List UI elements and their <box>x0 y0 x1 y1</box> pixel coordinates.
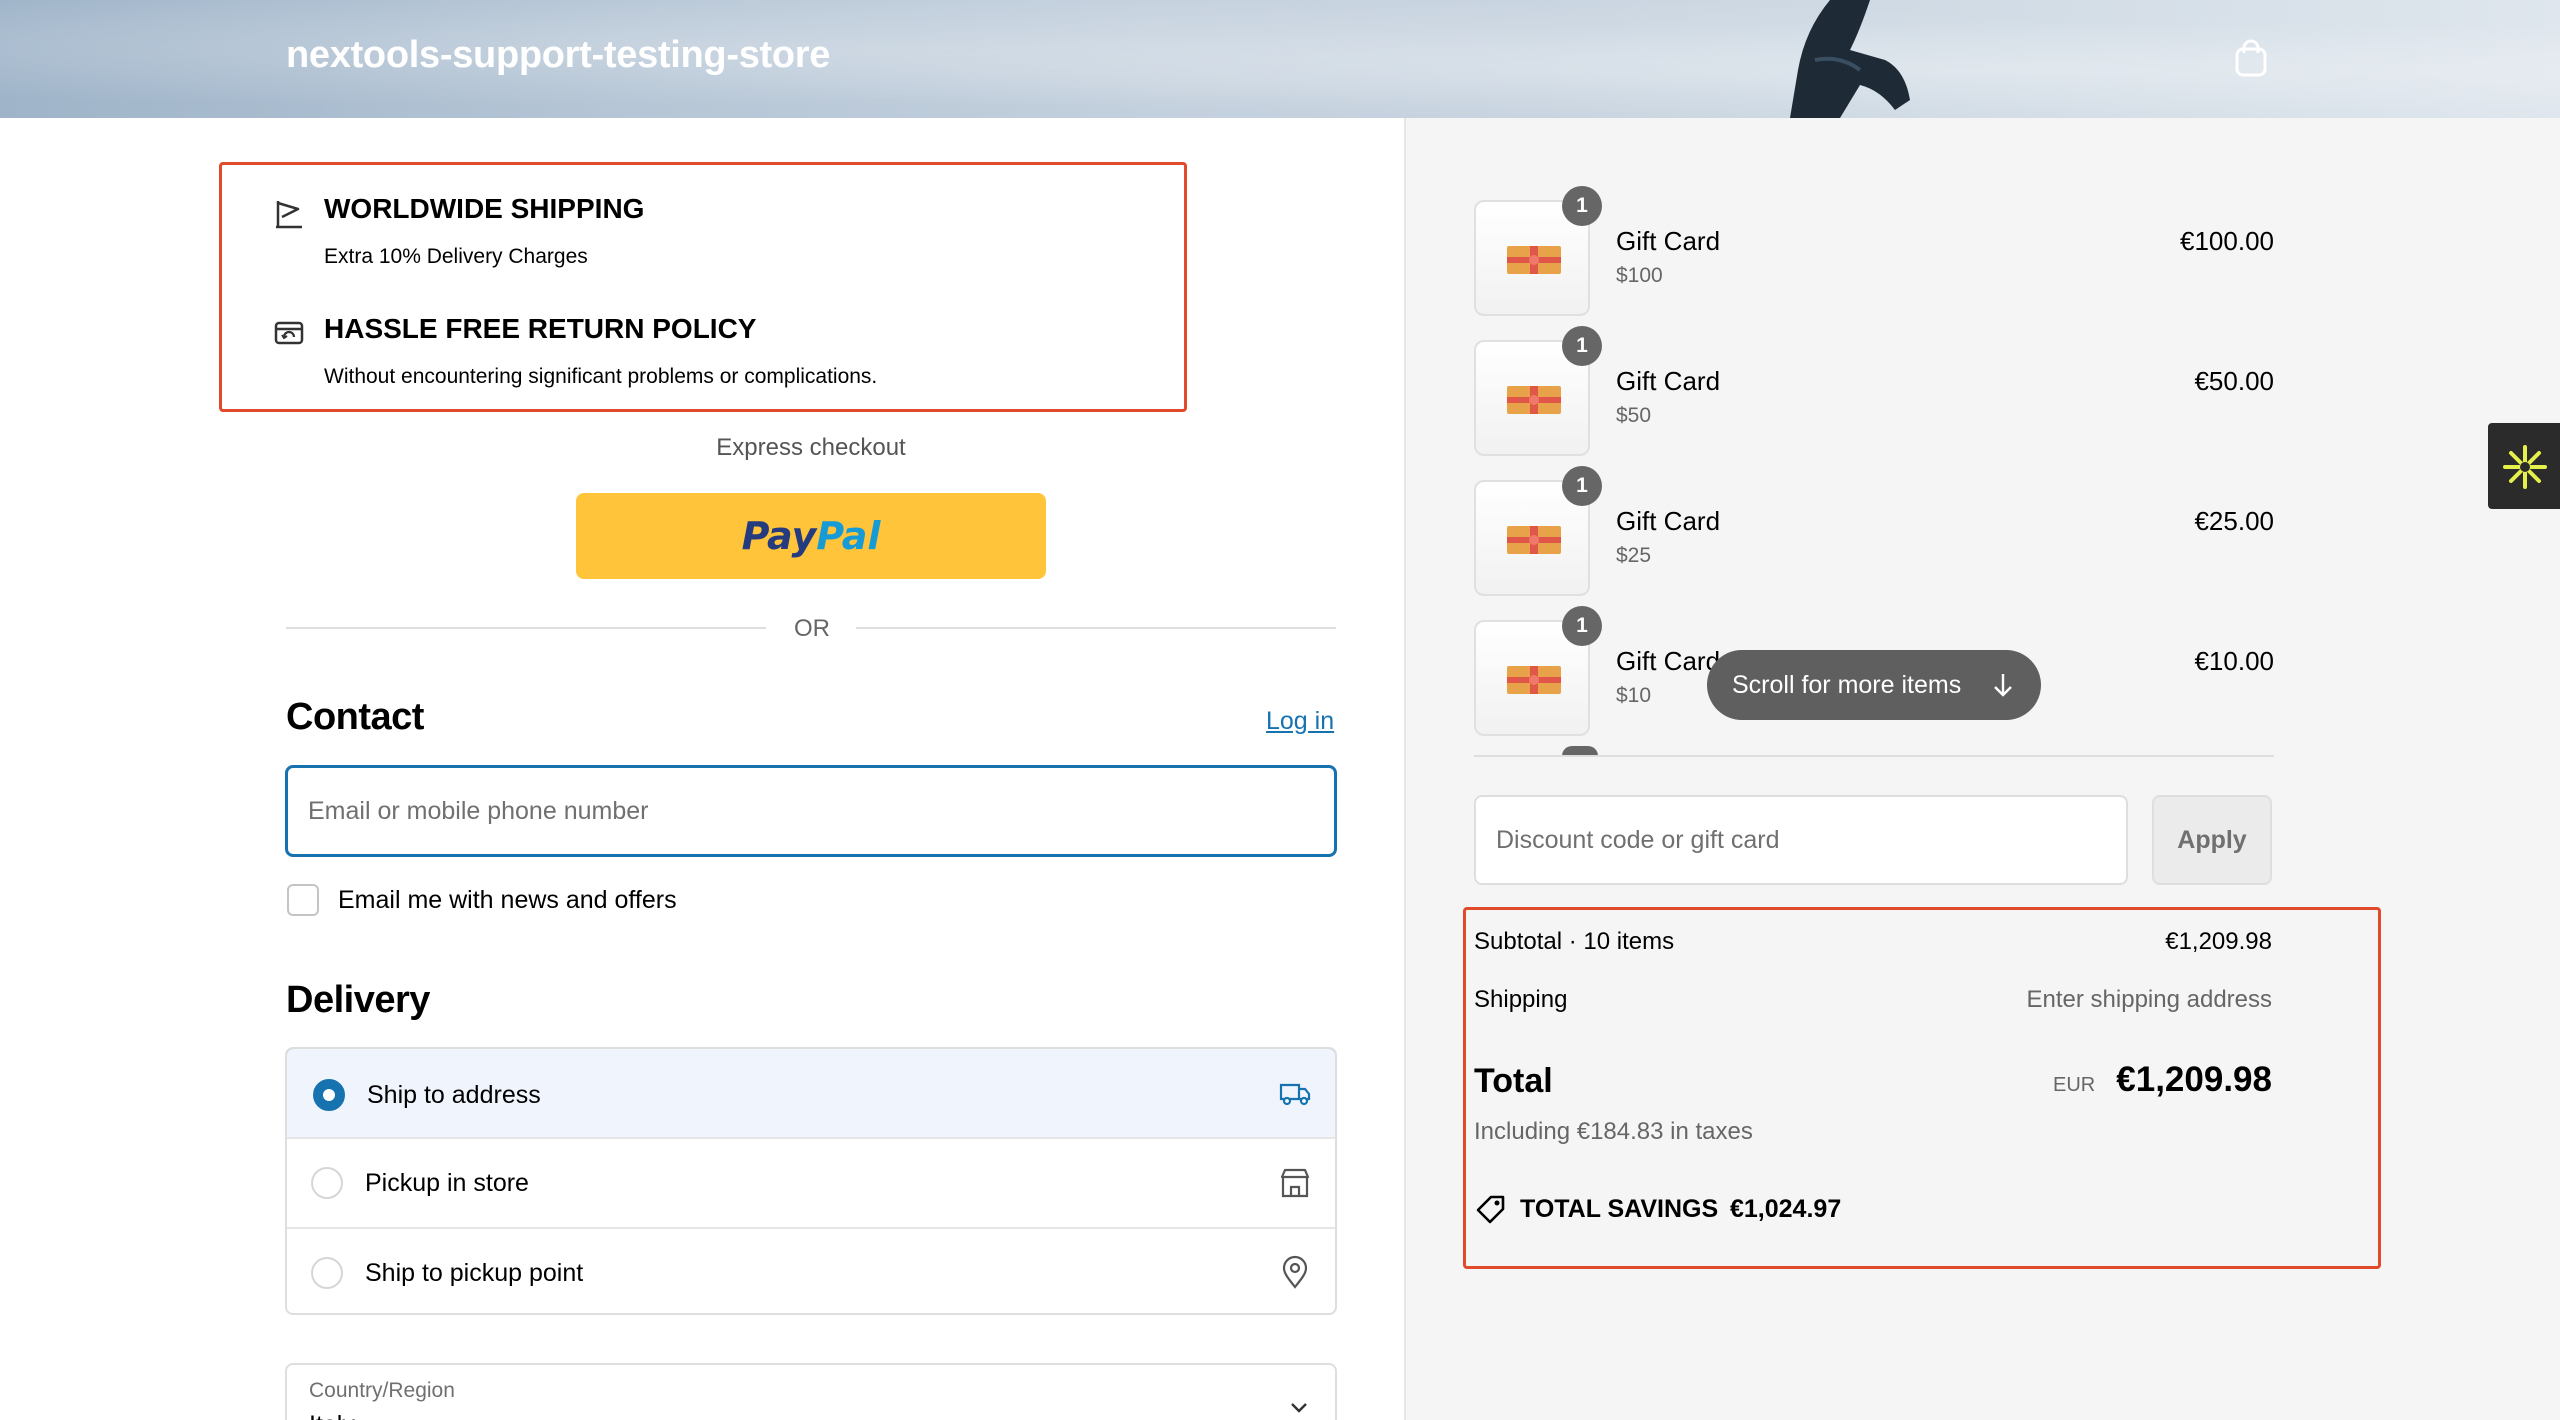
delivery-option-pickup-in-store[interactable]: Pickup in store <box>287 1139 1335 1227</box>
contact-heading: Contact <box>286 696 424 738</box>
tag-icon <box>1476 1195 1505 1224</box>
truck-icon <box>1279 1083 1311 1106</box>
gift-card-image <box>1507 526 1561 554</box>
cart-item: 1 Gift Card $100 €100.00 <box>1474 186 2274 320</box>
radio-unselected[interactable] <box>311 1257 343 1289</box>
items-divider <box>1474 755 2274 757</box>
scroll-for-more-button[interactable]: Scroll for more items <box>1707 650 2041 720</box>
item-name: Gift Card <box>1616 646 1721 676</box>
login-link[interactable]: Log in <box>1266 707 1334 736</box>
radio-selected[interactable] <box>313 1079 345 1111</box>
promo-subtitle: Extra 10% Delivery Charges <box>324 245 588 268</box>
shopping-bag-icon[interactable] <box>2228 36 2274 82</box>
apply-button[interactable]: Apply <box>2152 795 2272 885</box>
store-header: nextools-support-testing-store <box>0 0 2560 118</box>
delivery-heading: Delivery <box>286 979 430 1021</box>
item-price: €25.00 <box>2194 506 2274 536</box>
cart-item: 1 Gift Card $25 €25.00 <box>1474 466 2274 600</box>
savings-value: €1,024.97 <box>1730 1195 1842 1223</box>
asterisk-icon <box>2503 445 2547 489</box>
savings-label: TOTAL SAVINGS <box>1520 1195 1719 1223</box>
promo-title: WORLDWIDE SHIPPING <box>324 193 645 224</box>
chevron-down-icon <box>1291 1403 1307 1413</box>
arrow-down-icon <box>1994 674 2012 697</box>
country-value: Italy <box>309 1411 355 1420</box>
promo-subtitle: Without encountering significant problem… <box>324 365 878 388</box>
shipping-value: Enter shipping address <box>2026 986 2272 1013</box>
delivery-option-label: Ship to address <box>367 1081 541 1109</box>
express-checkout-label: Express checkout <box>716 434 906 461</box>
taxes-note: Including €184.83 in taxes <box>1474 1118 1753 1145</box>
quantity-badge: 1 <box>1562 186 1602 226</box>
store-icon <box>1280 1168 1310 1198</box>
item-name: Gift Card <box>1616 226 1721 256</box>
delivery-option-ship-to-address[interactable]: Ship to address <box>287 1049 1335 1139</box>
divider-left <box>286 627 766 629</box>
paypal-logo-pal: Pal <box>816 514 881 558</box>
country-label: Country/Region <box>309 1379 455 1402</box>
delivery-option-ship-to-pickup-point[interactable]: Ship to pickup point <box>287 1229 1335 1313</box>
item-price: €10.00 <box>2194 646 2274 676</box>
option-divider <box>287 1137 1335 1139</box>
side-widget-tab[interactable] <box>2488 423 2560 509</box>
item-price: €100.00 <box>2180 226 2274 256</box>
subtotal-label: Subtotal · 10 items <box>1474 928 1675 955</box>
quantity-badge: 1 <box>1562 606 1602 646</box>
or-separator: OR <box>794 615 830 642</box>
item-name: Gift Card <box>1616 366 1721 396</box>
divider-right <box>856 627 1336 629</box>
promo-title: HASSLE FREE RETURN POLICY <box>324 313 757 344</box>
gift-card-image <box>1507 666 1561 694</box>
discount-code-input[interactable] <box>1474 795 2128 885</box>
item-price: €50.00 <box>2194 366 2274 396</box>
promo-annotation-box: WORLDWIDE SHIPPING Extra 10% Delivery Ch… <box>219 162 1187 412</box>
location-pin-icon <box>1282 1255 1308 1289</box>
delivery-method-group: Ship to address Pickup in store Ship to … <box>285 1047 1337 1315</box>
item-variant: $10 <box>1616 684 1652 707</box>
quantity-badge: 1 <box>1562 326 1602 366</box>
item-name: Gift Card <box>1616 506 1721 536</box>
item-variant: $100 <box>1616 264 1663 287</box>
store-name[interactable]: nextools-support-testing-store <box>286 34 830 77</box>
paypal-logo-pay: Pay <box>741 514 817 558</box>
delivery-option-label: Pickup in store <box>365 1169 529 1197</box>
item-variant: $50 <box>1616 404 1652 427</box>
shipping-flag-icon <box>276 201 302 229</box>
radio-unselected[interactable] <box>311 1167 343 1199</box>
paypal-button[interactable]: Pay Pal <box>576 493 1046 579</box>
delivery-option-label: Ship to pickup point <box>365 1259 584 1287</box>
header-hero-image <box>1790 0 1910 118</box>
country-select[interactable]: Country/Region Italy <box>285 1363 1337 1420</box>
total-label: Total <box>1474 1062 1553 1100</box>
cart-item: 1 Gift Card $50 €50.00 <box>1474 326 2274 460</box>
scroll-hint-label: Scroll for more items <box>1732 671 1962 699</box>
quantity-badge: 1 <box>1562 466 1602 506</box>
news-checkbox[interactable] <box>287 884 319 916</box>
return-icon <box>274 321 304 345</box>
item-variant: $25 <box>1616 544 1652 567</box>
total-value: €1,209.98 <box>2116 1060 2272 1099</box>
news-checkbox-label: Email me with news and offers <box>338 886 677 914</box>
currency-code: EUR <box>2053 1074 2096 1096</box>
gift-card-image <box>1507 246 1561 274</box>
gift-card-image <box>1507 386 1561 414</box>
shipping-label: Shipping <box>1474 986 1568 1013</box>
email-field[interactable] <box>285 765 1337 857</box>
subtotal-value: €1,209.98 <box>2165 928 2272 955</box>
